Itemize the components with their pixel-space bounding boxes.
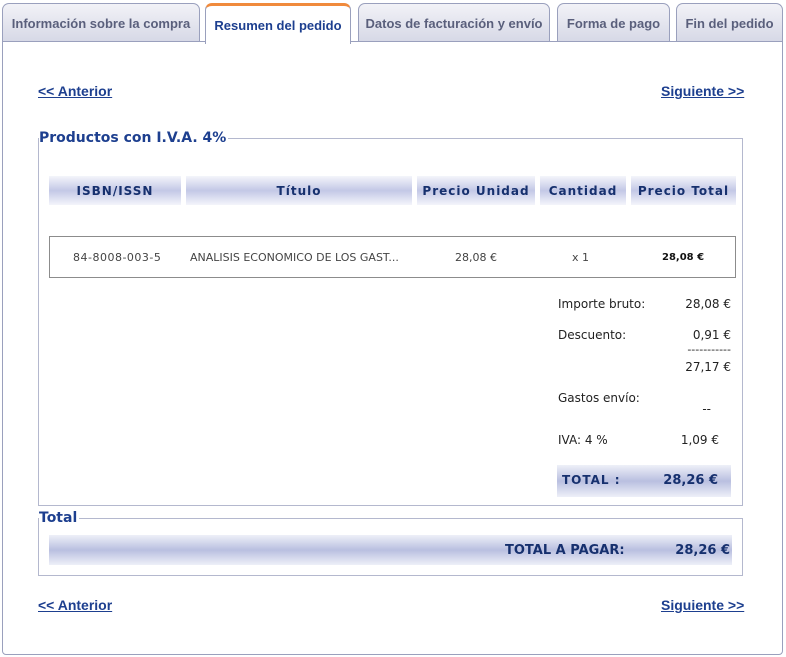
cell-total-price: 28,08 € <box>662 251 705 263</box>
col-header-titulo: Título <box>186 176 412 205</box>
cell-unit-price: 28,08 € <box>455 250 497 264</box>
prev-link-bottom[interactable]: << Anterior <box>38 597 112 613</box>
subtotal-value: 27,17 € <box>685 360 731 374</box>
tab-informacion-compra[interactable]: Información sobre la compra <box>2 3 200 42</box>
grand-total-value: 28,26 € <box>675 543 730 558</box>
col-header-precio-total: Precio Total <box>631 176 736 205</box>
section-total-bar: TOTAL : 28,26 € <box>557 465 731 497</box>
separator-line: ----------- <box>687 343 731 356</box>
table-row: 84-8008-003-5 ANALISIS ECONOMICO DE LOS … <box>49 236 736 278</box>
cell-quantity: x 1 <box>572 250 590 264</box>
section-total-label: TOTAL : <box>562 473 621 487</box>
tab-forma-pago[interactable]: Forma de pago <box>557 3 670 42</box>
cell-title: ANALISIS ECONOMICO DE LOS GAST... <box>190 250 399 264</box>
grand-total-label: TOTAL A PAGAR: <box>505 543 625 558</box>
discount-value: 0,91 € <box>692 328 731 342</box>
tab-resumen-pedido[interactable]: Resumen del pedido <box>205 3 351 44</box>
shipping-value: -- <box>702 402 711 416</box>
col-header-precio-unidad: Precio Unidad <box>417 176 535 205</box>
cell-isbn: 84-8008-003-5 <box>73 250 162 264</box>
vat-label: IVA: 4 % <box>558 433 608 447</box>
next-link-bottom[interactable]: Siguiente >> <box>661 597 744 613</box>
prev-link-top[interactable]: << Anterior <box>38 83 112 99</box>
shipping-label: Gastos envío: <box>558 391 640 405</box>
col-header-isbn: ISBN/ISSN <box>49 176 181 205</box>
discount-label: Descuento: <box>558 328 627 342</box>
products-legend: Productos con I.V.A. 4% <box>39 130 229 146</box>
next-link-top[interactable]: Siguiente >> <box>661 83 744 99</box>
tab-fin-pedido[interactable]: Fin del pedido <box>676 3 783 42</box>
gross-value: 28,08 € <box>685 297 731 311</box>
gross-label: Importe bruto: <box>558 297 646 311</box>
tab-datos-facturacion[interactable]: Datos de facturación y envío <box>358 3 550 42</box>
total-legend: Total <box>39 510 80 526</box>
vat-value: 1,09 € <box>680 433 719 447</box>
section-total-value: 28,26 € <box>663 473 718 488</box>
grand-total-bar: TOTAL A PAGAR: 28,26 € <box>49 535 732 565</box>
col-header-cantidad: Cantidad <box>540 176 626 205</box>
